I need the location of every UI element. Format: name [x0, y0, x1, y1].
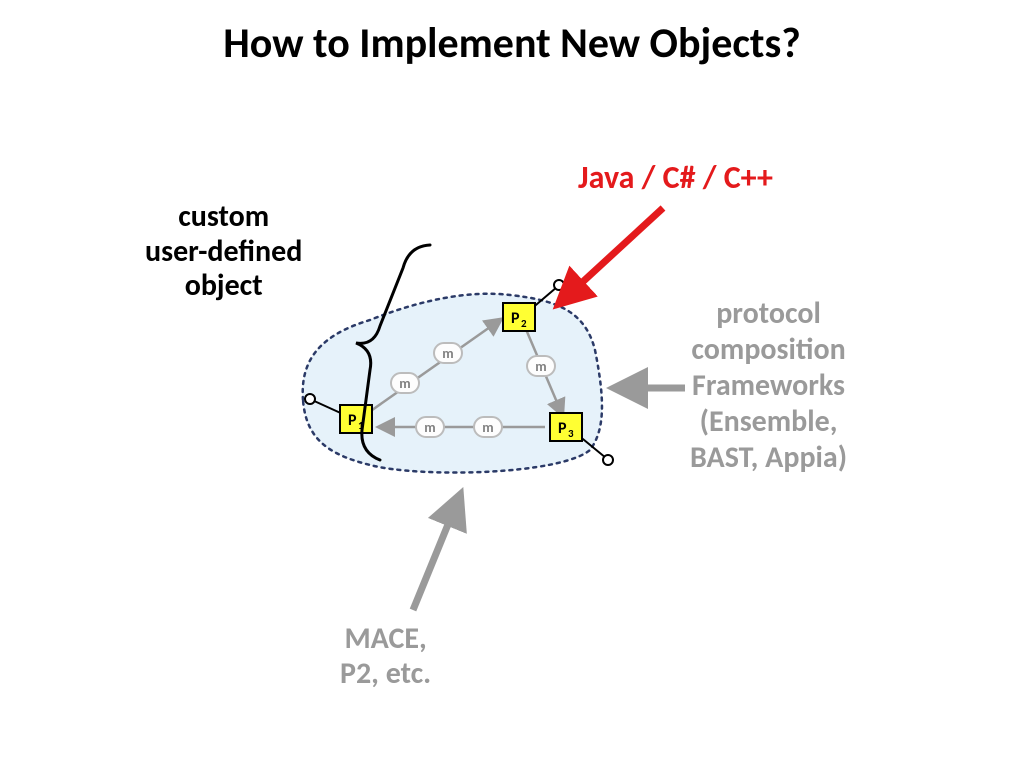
diagram-canvas: m m m m m P 1 P 2 P 3: [0, 0, 1024, 768]
msg-pill: m: [416, 417, 444, 437]
msg-pill: m: [527, 356, 555, 376]
svg-text:3: 3: [568, 427, 574, 440]
arrow-java: [563, 208, 663, 300]
msg-pill: m: [434, 343, 462, 363]
svg-text:m: m: [442, 345, 453, 362]
svg-text:P: P: [558, 419, 567, 438]
svg-text:m: m: [535, 358, 546, 375]
arrow-mace: [413, 500, 458, 610]
svg-text:2: 2: [521, 317, 527, 330]
svg-text:m: m: [424, 419, 435, 436]
msg-pill: m: [391, 373, 419, 393]
svg-text:m: m: [482, 419, 493, 436]
svg-text:P: P: [348, 411, 357, 430]
svg-text:m: m: [399, 375, 410, 392]
svg-text:P: P: [511, 309, 520, 328]
object-blob: [303, 294, 602, 473]
msg-pill: m: [474, 417, 502, 437]
